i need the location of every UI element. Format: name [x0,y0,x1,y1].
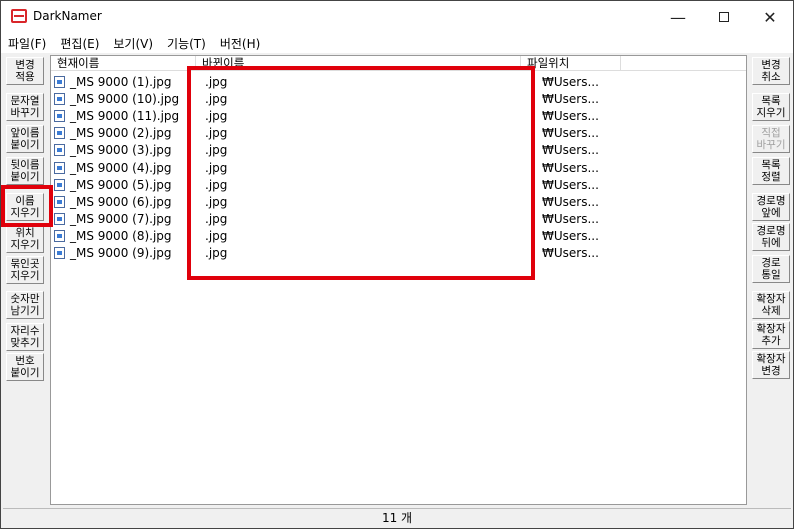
window-title: DarkNamer [33,9,102,23]
app-window: DarkNamer — ✕ 파일(F) 편집(E) 보기(V) 기능(T) 버전… [0,0,794,529]
current-name-cell: _MS 9000 (1).jpg [70,75,172,89]
image-file-icon [54,110,65,123]
menu-tools[interactable]: 기능(T) [160,33,213,53]
file-count: 11 개 [381,511,413,525]
location-cell: ₩Users... [542,109,599,124]
menu-view[interactable]: 보기(V) [106,33,160,53]
location-cell: ₩Users... [542,211,599,226]
maximize-icon [719,12,729,22]
highlight-changed-names [187,66,535,280]
maximize-button[interactable] [701,1,747,33]
location-cell: ₩Users... [542,177,599,192]
image-file-icon [54,229,65,242]
image-file-icon [54,161,65,174]
path-prefix-button[interactable]: 경로명 앞에 [752,193,790,221]
image-file-icon [54,195,65,208]
menu-bar: 파일(F) 편집(E) 보기(V) 기능(T) 버전(H) [1,33,793,53]
delete-extension-button[interactable]: 확장자 삭제 [752,291,790,319]
delete-position-button[interactable]: 위치 지우기 [6,225,44,253]
add-numbering-button[interactable]: 번호 붙이기 [6,353,44,381]
app-icon [11,9,27,23]
current-name-cell: _MS 9000 (4).jpg [70,160,172,175]
keep-numbers-button[interactable]: 숫자만 남기기 [6,291,44,319]
delete-bracketed-button[interactable]: 묶인곳 지우기 [6,256,44,284]
location-cell: ₩Users... [542,92,599,107]
menu-edit[interactable]: 편집(E) [53,33,106,53]
location-cell: ₩Users... [542,143,599,158]
change-extension-button[interactable]: 확장자 변경 [752,351,790,379]
replace-string-button[interactable]: 문자열 바꾸기 [6,93,44,121]
location-cell: ₩Users... [542,246,599,260]
image-file-icon [54,178,65,191]
highlight-delete-name [1,185,53,227]
location-cell: ₩Users... [542,228,599,243]
close-icon: ✕ [763,7,777,27]
image-file-icon [54,127,65,140]
current-name-cell: _MS 9000 (2).jpg [70,126,172,141]
apply-changes-button[interactable]: 변경 적용 [6,57,44,85]
add-prefix-button[interactable]: 앞이름 붙이기 [6,125,44,153]
status-bar: 11 개 [3,508,791,528]
current-name-cell: _MS 9000 (11).jpg [70,109,180,124]
location-cell: ₩Users... [542,126,599,141]
current-name-cell: _MS 9000 (6).jpg [70,194,172,209]
current-name-cell: _MS 9000 (9).jpg [70,246,172,260]
direct-rename-button[interactable]: 직접 바꾸기 [752,125,790,153]
current-name-cell: _MS 9000 (7).jpg [70,211,172,226]
menu-file[interactable]: 파일(F) [1,33,53,53]
minimize-icon: — [670,7,686,27]
column-location[interactable]: 파일위치 [521,56,621,71]
image-file-icon [54,212,65,225]
current-name-cell: _MS 9000 (5).jpg [70,177,172,192]
current-name-cell: _MS 9000 (3).jpg [70,143,172,158]
current-name-cell: _MS 9000 (8).jpg [70,228,172,243]
column-current-name[interactable]: 현재이름 [51,56,196,71]
location-cell: ₩Users... [542,75,599,89]
menu-version[interactable]: 버전(H) [213,33,267,53]
left-toolbar: 변경 적용 문자열 바꾸기 앞이름 붙이기 뒷이름 붙이기 이름 지우기 위치 … [3,55,47,505]
add-suffix-button[interactable]: 뒷이름 붙이기 [6,157,44,185]
image-file-icon [54,93,65,106]
image-file-icon [54,76,65,88]
location-cell: ₩Users... [542,160,599,175]
image-file-icon [54,247,65,259]
clear-list-button[interactable]: 목록 지우기 [752,93,790,121]
title-bar[interactable]: DarkNamer — ✕ [1,1,793,33]
path-suffix-button[interactable]: 경로명 뒤에 [752,223,790,251]
undo-changes-button[interactable]: 변경 취소 [752,57,790,85]
pad-digits-button[interactable]: 자리수 맞추기 [6,323,44,351]
unify-path-button[interactable]: 경로 통일 [752,255,790,283]
location-cell: ₩Users... [542,194,599,209]
sort-list-button[interactable]: 목록 정렬 [752,157,790,185]
close-button[interactable]: ✕ [747,1,793,33]
current-name-cell: _MS 9000 (10).jpg [70,92,180,107]
minimize-button[interactable]: — [655,1,701,33]
add-extension-button[interactable]: 확장자 추가 [752,321,790,349]
image-file-icon [54,144,65,157]
right-toolbar: 변경 취소 목록 지우기 직접 바꾸기 목록 정렬 경로명 앞에 경로명 뒤에 … [749,55,791,505]
